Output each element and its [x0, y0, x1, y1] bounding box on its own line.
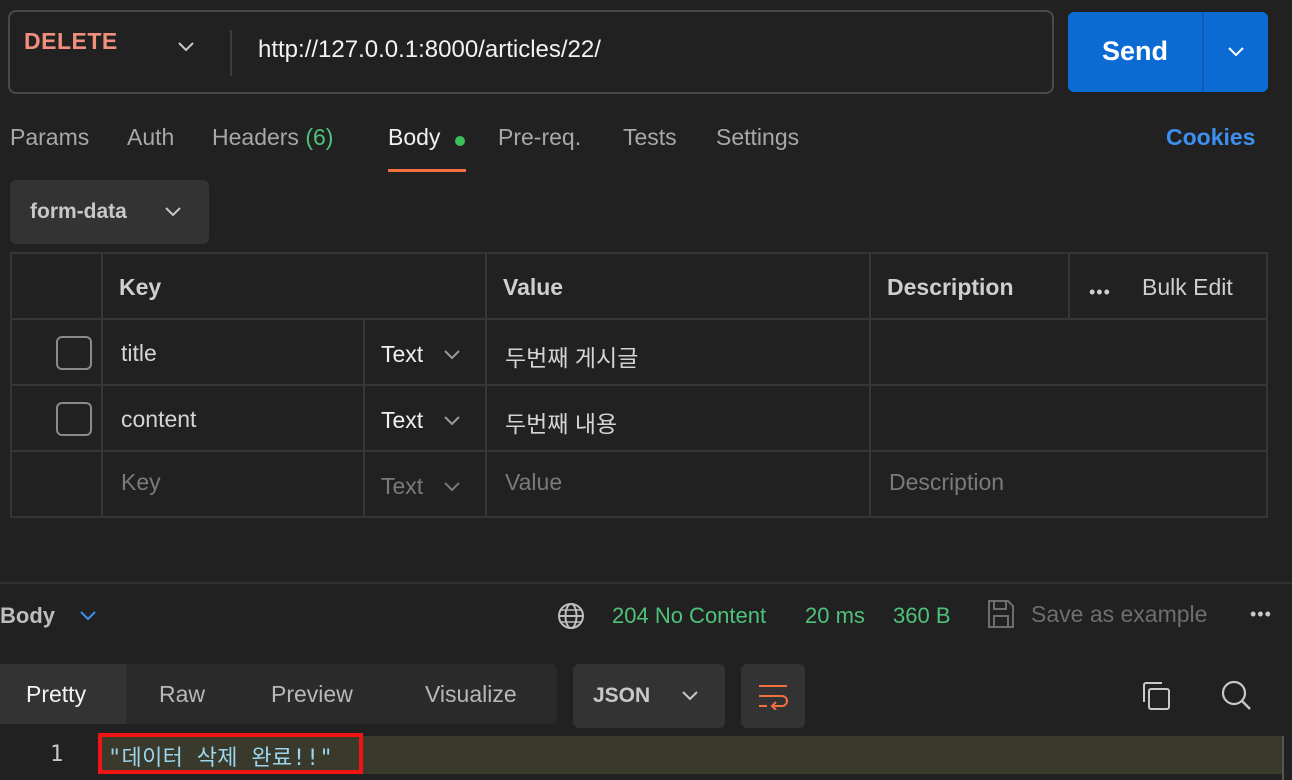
description-input[interactable]: Description	[889, 469, 1004, 496]
row-divider	[12, 318, 1266, 320]
wrap-lines-icon	[759, 685, 788, 710]
row-checkbox[interactable]	[56, 402, 92, 436]
view-tab-preview[interactable]: Preview	[271, 681, 353, 708]
row-divider	[12, 384, 1266, 386]
format-label: JSON	[593, 684, 651, 707]
copy-icon[interactable]	[1140, 680, 1172, 712]
format-select[interactable]: JSON	[573, 664, 725, 728]
type-select[interactable]: Text	[381, 473, 423, 500]
view-tab-visualize[interactable]: Visualize	[425, 681, 517, 708]
active-tab-underline	[388, 169, 466, 172]
response-line-text[interactable]: "데이터 삭제 완료!!"	[108, 740, 333, 772]
row-value[interactable]: 두번째 게시글	[505, 339, 638, 373]
chevron-down-icon[interactable]	[443, 415, 461, 427]
chevron-down-icon[interactable]	[1226, 45, 1246, 59]
body-mode-label: form-data	[30, 200, 127, 223]
body-indicator-dot	[455, 136, 465, 146]
bulk-edit-button[interactable]: Bulk Edit	[1142, 274, 1233, 301]
row-key[interactable]: title	[121, 340, 157, 367]
row-divider	[12, 450, 1266, 452]
line-number: 1	[50, 742, 64, 767]
column-divider	[363, 320, 365, 518]
header-key: Key	[119, 274, 162, 300]
send-button[interactable]: Send	[1068, 12, 1268, 92]
url-input[interactable]: http://127.0.0.1:8000/articles/22/	[258, 36, 601, 64]
response-divider[interactable]	[0, 582, 1292, 584]
chevron-down-icon[interactable]	[176, 40, 196, 54]
status-code[interactable]: 204 No Content	[612, 603, 766, 629]
header-description: Description	[887, 274, 1014, 300]
chevron-down-icon[interactable]	[443, 349, 461, 361]
chevron-down-icon[interactable]	[443, 481, 461, 493]
tab-pre-request[interactable]: Pre-req.	[498, 124, 581, 151]
row-value[interactable]: 두번째 내용	[505, 405, 617, 439]
response-body-label[interactable]: Body	[0, 603, 55, 629]
wrap-lines-button[interactable]	[741, 664, 805, 728]
tab-body[interactable]: Body	[388, 124, 440, 151]
chevron-down-icon[interactable]	[78, 610, 98, 622]
tab-headers[interactable]: Headers (6)	[212, 124, 333, 151]
response-size[interactable]: 360 B	[893, 603, 951, 629]
key-input[interactable]: Key	[121, 469, 161, 496]
save-as-example-button[interactable]: Save as example	[1031, 601, 1207, 628]
row-checkbox[interactable]	[56, 336, 92, 370]
save-icon	[988, 600, 1014, 628]
row-key[interactable]: content	[121, 406, 196, 433]
tab-headers-label: Headers	[212, 124, 299, 150]
body-mode-select[interactable]: form-data	[10, 180, 209, 244]
search-icon[interactable]	[1219, 678, 1253, 712]
headers-count: (6)	[305, 124, 334, 150]
view-tab-raw[interactable]: Raw	[159, 681, 205, 708]
tab-tests[interactable]: Tests	[623, 124, 677, 151]
row-type-select[interactable]: Text	[381, 407, 423, 434]
scrollbar-edge[interactable]	[1282, 736, 1284, 780]
tab-settings[interactable]: Settings	[716, 124, 799, 151]
send-separator	[1202, 12, 1204, 92]
more-options-icon[interactable]: •••	[1250, 604, 1272, 625]
cookies-link[interactable]: Cookies	[1166, 124, 1255, 151]
method-selector[interactable]: DELETE	[24, 28, 118, 55]
send-label: Send	[1101, 36, 1168, 66]
form-data-table: Key Value Description ••• Bulk Edit titl…	[10, 252, 1268, 518]
chevron-down-icon	[165, 207, 181, 217]
row-type-select[interactable]: Text	[381, 341, 423, 368]
response-time[interactable]: 20 ms	[805, 603, 865, 629]
column-divider	[1068, 254, 1070, 320]
view-tab-pretty[interactable]: Pretty	[26, 681, 86, 708]
chevron-down-icon	[682, 691, 698, 701]
globe-icon[interactable]	[556, 601, 586, 631]
value-input[interactable]: Value	[505, 469, 562, 496]
tab-params[interactable]: Params	[10, 124, 89, 151]
tab-auth[interactable]: Auth	[127, 124, 174, 151]
header-value: Value	[503, 274, 564, 300]
more-options-icon[interactable]: •••	[1089, 282, 1111, 303]
url-divider	[230, 30, 232, 76]
